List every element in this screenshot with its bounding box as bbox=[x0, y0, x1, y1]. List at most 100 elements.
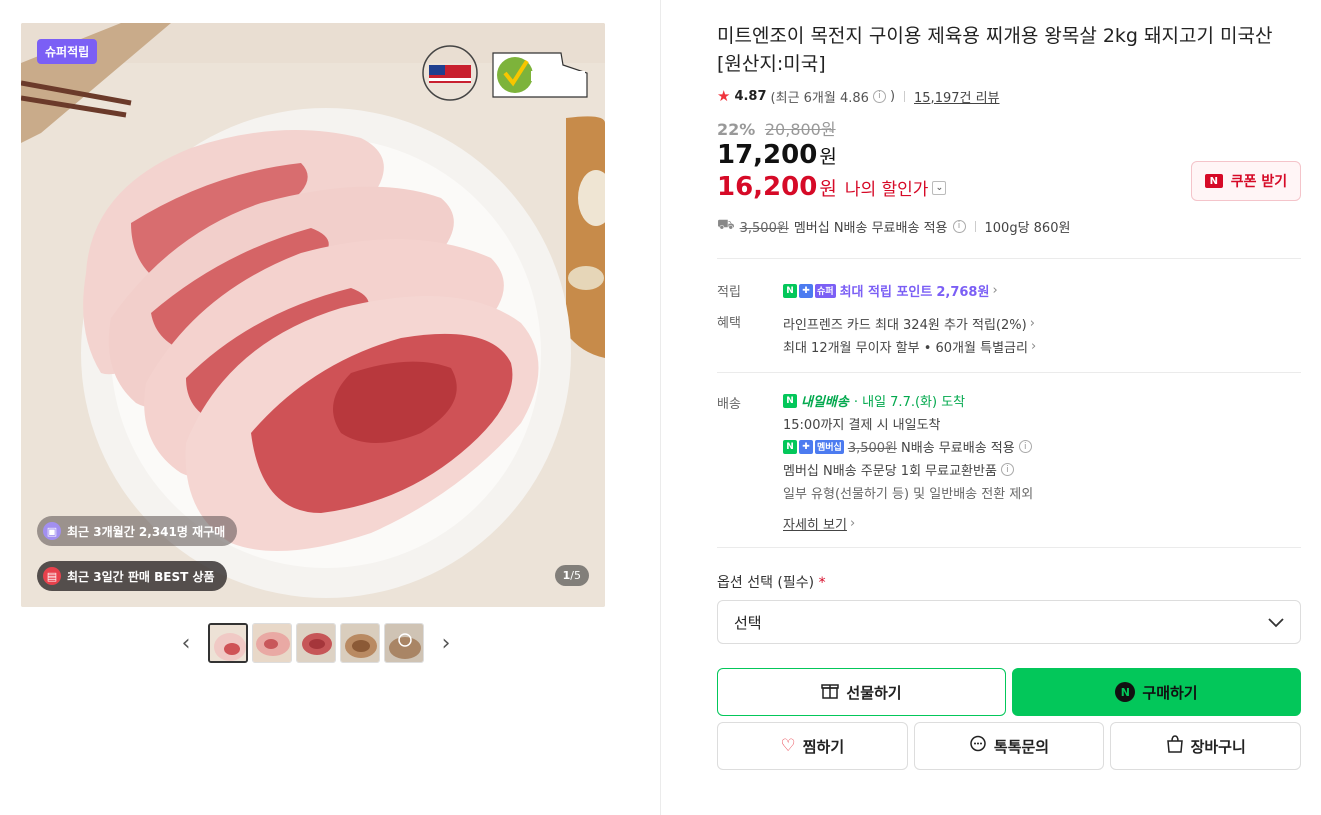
points-text: 최대 적립 포인트 bbox=[839, 285, 933, 300]
delivery-label: 배송 bbox=[717, 397, 741, 412]
talk-label: 톡톡문의 bbox=[993, 737, 1050, 756]
shopping-bag-icon: ▣ bbox=[43, 522, 61, 540]
chevron-right-icon: › bbox=[1029, 316, 1035, 331]
naver-n-icon: N bbox=[783, 283, 797, 298]
usmeat-logo bbox=[417, 43, 483, 103]
unit-price: 100g당 860원 bbox=[984, 220, 1071, 236]
reviews-link[interactable]: 15,197건 리뷰 bbox=[914, 87, 1000, 106]
chat-bubble-icon bbox=[969, 735, 987, 757]
best-seller-pill: ▤ 최근 3일간 판매 BEST 상품 bbox=[37, 561, 227, 591]
plus-icon: ✚ bbox=[799, 283, 813, 298]
tomorrow-badge-icon: N bbox=[783, 393, 797, 408]
plus-icon: ✚ bbox=[799, 439, 813, 454]
naver-n-icon: N bbox=[1204, 174, 1223, 188]
gift-icon bbox=[821, 681, 840, 703]
my-price: 16,200 bbox=[717, 172, 818, 202]
buy-button[interactable]: N 구매하기 bbox=[1012, 668, 1301, 716]
sale-price: 17,200 bbox=[717, 140, 818, 170]
currency-won: 원 bbox=[819, 146, 837, 168]
wish-label: 찜하기 bbox=[802, 737, 845, 756]
star-icon: ★ bbox=[717, 87, 731, 105]
coupon-label: 쿠폰 받기 bbox=[1230, 174, 1288, 190]
thumbnail-3[interactable] bbox=[296, 623, 336, 663]
option-select[interactable]: 선택 bbox=[717, 600, 1301, 644]
discount-rate: 22% bbox=[717, 120, 756, 139]
counter-total: /5 bbox=[570, 569, 581, 582]
buy-label: 구매하기 bbox=[1142, 683, 1198, 702]
required-mark: * bbox=[818, 575, 826, 591]
shipping-fee-strike: 3,500원 bbox=[739, 220, 789, 236]
benefit-block: 혜택 라인프렌즈 카드 최대 324원 추가 적립(2%) › 최대 12개월 … bbox=[717, 312, 1301, 358]
coupon-button[interactable]: N 쿠폰 받기 bbox=[1191, 161, 1301, 201]
wish-button[interactable]: ♡ 찜하기 bbox=[717, 722, 908, 770]
repurchase-text: 최근 3개월간 2,341명 재구매 bbox=[67, 524, 226, 539]
divider bbox=[717, 258, 1301, 259]
secondary-actions: ♡ 찜하기 톡톡문의 장바구니 bbox=[717, 722, 1302, 770]
repurchase-pill: ▣ 최근 3개월간 2,341명 재구매 bbox=[37, 516, 238, 546]
naver-n-icon: N bbox=[783, 439, 797, 454]
currency-won: 원 bbox=[819, 178, 837, 200]
installment-link[interactable]: 최대 12개월 무이자 할부 • 60개월 특별금리 › bbox=[783, 335, 1301, 358]
super-points-badge: 슈퍼적립 bbox=[37, 39, 98, 64]
nebraska-soybean-logo bbox=[491, 43, 589, 103]
fee-strike: 3,500원 bbox=[847, 441, 898, 456]
info-icon[interactable]: i bbox=[872, 89, 886, 103]
more-link[interactable]: 자세히 보기 › bbox=[783, 512, 1301, 535]
option-select-value: 선택 bbox=[734, 613, 762, 632]
thumbnail-1[interactable] bbox=[208, 623, 248, 663]
tomorrow-badge: 내일배송 bbox=[801, 395, 849, 410]
info-icon[interactable]: i bbox=[1018, 440, 1032, 453]
option-label: 옵션 선택 (필수) bbox=[717, 575, 815, 591]
thumbnail-4[interactable] bbox=[340, 623, 380, 663]
naver-n-icon: N bbox=[1115, 682, 1136, 702]
option-section: 옵션 선택 (필수) * 선택 bbox=[717, 572, 1301, 644]
exclusion-text: 일부 유형(선물하기 등) 및 일반배송 전환 제외 bbox=[783, 487, 1034, 502]
benefit-label: 혜택 bbox=[717, 316, 741, 331]
exchange-row: 멤버십 N배송 주문당 1회 무료교환반품 i bbox=[783, 458, 1301, 481]
points-link[interactable]: N ✚ 슈퍼 최대 적립 포인트 2,768원 › bbox=[783, 279, 1301, 302]
arrival-date: · 내일 7.7.(화) 도착 bbox=[853, 395, 966, 410]
thumbnail-5[interactable] bbox=[384, 623, 424, 663]
product-info: 미트엔조이 목전지 구이용 제육용 찌개용 왕목살 2kg 돼지고기 미국산 [… bbox=[717, 22, 1302, 770]
fee-text: N배송 무료배송 적용 bbox=[901, 441, 1015, 456]
product-main-image[interactable]: 슈퍼적립 ▣ 최근 3개월간 2,341명 재구매 ▤ 최근 3일간 판매 BE… bbox=[21, 23, 605, 607]
chevron-right-icon: › bbox=[849, 516, 856, 531]
info-icon[interactable]: i bbox=[952, 219, 966, 233]
cart-button[interactable]: 장바구니 bbox=[1110, 722, 1302, 770]
divider bbox=[717, 372, 1301, 373]
tomorrow-delivery-row: N 내일배송 · 내일 7.7.(화) 도착 bbox=[783, 389, 1301, 412]
thumbnail-strip: ‹ › bbox=[176, 623, 456, 663]
my-price-label: 나의 할인가 bbox=[844, 180, 929, 200]
best-seller-text: 최근 3일간 판매 BEST 상품 bbox=[67, 569, 215, 584]
npay-plus-badges: N ✚ 슈퍼 bbox=[783, 283, 836, 298]
shipping-text: 멤버십 N배송 무료배송 적용 bbox=[793, 220, 948, 236]
npay-plus-badges: N ✚ 멤버십 bbox=[783, 439, 844, 454]
chevron-right-icon: › bbox=[992, 283, 998, 298]
installment-text: 최대 12개월 무이자 할부 • 60개월 특별금리 bbox=[783, 341, 1028, 356]
more-link-text: 자세히 보기 bbox=[783, 518, 847, 533]
prev-image-icon[interactable]: ‹ bbox=[176, 623, 196, 663]
gift-label: 선물하기 bbox=[846, 683, 902, 702]
chevron-right-icon: › bbox=[1030, 339, 1037, 354]
points-label: 적립 bbox=[717, 285, 741, 300]
rating-score: 4.87 bbox=[734, 88, 767, 104]
chevron-down-icon bbox=[1268, 612, 1284, 633]
points-value: 2,768원 bbox=[936, 285, 990, 300]
divider bbox=[904, 90, 906, 102]
points-block: 적립 N ✚ 슈퍼 최대 적립 포인트 2,768원 › bbox=[717, 281, 1301, 302]
next-image-icon[interactable]: › bbox=[436, 623, 456, 663]
naver-n-icon: N bbox=[783, 393, 797, 408]
membership-fee-row: N ✚ 멤버십 3,500원 N배송 무료배송 적용 i bbox=[783, 435, 1301, 458]
delivery-block: 배송 N 내일배송 · 내일 7.7.(화) 도착 15:00까지 결제 시 내… bbox=[717, 393, 1301, 535]
chevron-down-icon[interactable]: ⌄ bbox=[932, 181, 947, 195]
cart-label: 장바구니 bbox=[1190, 737, 1246, 756]
rating-row: ★ 4.87 (최근 6개월 4.86 i ) 15,197건 리뷰 bbox=[717, 86, 1301, 106]
gift-button[interactable]: 선물하기 bbox=[717, 668, 1006, 716]
info-icon[interactable]: i bbox=[1000, 463, 1014, 476]
card-benefit-text: 라인프렌즈 카드 최대 324원 추가 적립(2%) bbox=[783, 318, 1027, 333]
truck-icon: ⛟ bbox=[717, 217, 735, 233]
thumbnail-2[interactable] bbox=[252, 623, 292, 663]
talk-button[interactable]: 톡톡문의 bbox=[913, 722, 1105, 770]
super-badge: 슈퍼 bbox=[815, 283, 836, 298]
card-benefit-link[interactable]: 라인프렌즈 카드 최대 324원 추가 적립(2%) › bbox=[783, 312, 1301, 335]
